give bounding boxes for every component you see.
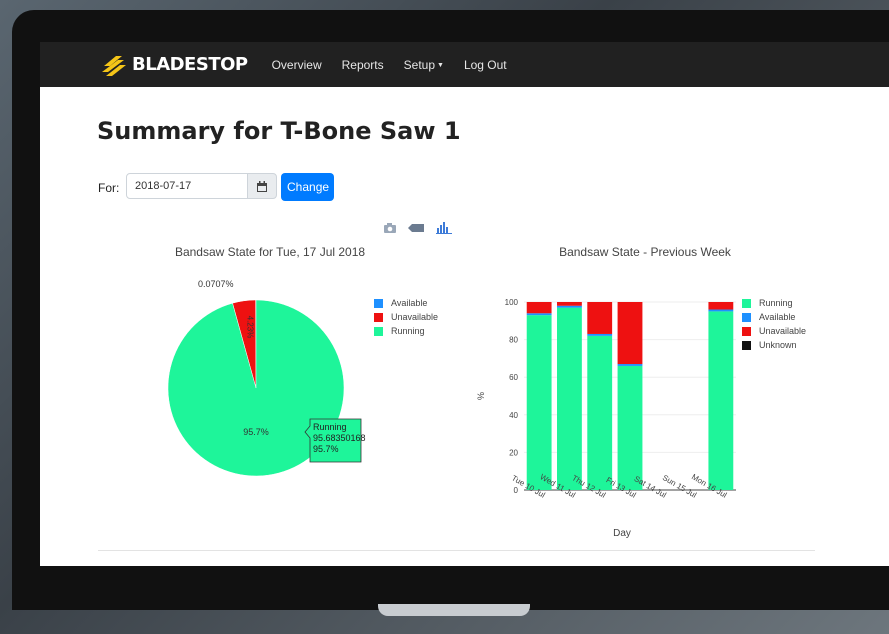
legend-swatch (742, 312, 751, 322)
brand[interactable]: BLADESTOP (100, 52, 248, 78)
y-tick-label: 60 (509, 373, 518, 382)
bar-segment-available (526, 313, 552, 316)
pie-chart-title: Bandsaw State for Tue, 17 Jul 2018 (174, 245, 366, 259)
bar-chart: 020406080100%Tue 10 JulWed 11 JulThu 12 … (476, 298, 736, 539)
legend-label: Unknown (759, 340, 797, 350)
nav-reports[interactable]: Reports (342, 58, 384, 72)
legend-label: Available (391, 298, 428, 308)
y-tick-label: 40 (509, 411, 518, 420)
caret-down-icon: ▼ (437, 61, 444, 69)
bar-segment-unavailable (708, 302, 734, 310)
legend-item-unknown[interactable]: Unknown (742, 338, 806, 352)
bar-segment-unavailable (617, 302, 643, 365)
legend-label: Unavailable (759, 326, 807, 336)
y-tick-label: 100 (505, 298, 519, 307)
legend-swatch (374, 298, 383, 308)
bar-segment-available (708, 309, 734, 312)
legend-label: Available (759, 312, 796, 322)
y-tick-label: 0 (514, 486, 519, 495)
bar-segment-running (587, 335, 613, 490)
calendar-button[interactable] (247, 173, 277, 199)
bar-segment-available (557, 305, 582, 308)
legend-item-running[interactable]: Running (742, 296, 806, 310)
chart-modebar (384, 222, 452, 234)
nav-setup[interactable]: Setup ▼ (404, 58, 444, 72)
legend-item-unavailable[interactable]: Unavailable (374, 310, 438, 324)
legend-swatch (374, 312, 383, 322)
calendar-icon (257, 180, 267, 192)
legend-label: Running (759, 298, 793, 308)
browser-viewport: BLADESTOP Overview Reports Setup ▼ Log Ou… (40, 42, 889, 566)
page-title: Summary for T-Bone Saw 1 (97, 117, 461, 145)
change-button[interactable]: Change (281, 173, 334, 201)
tag-icon[interactable] (408, 224, 424, 232)
brand-name: BLADESTOP (132, 54, 248, 75)
legend-label: Unavailable (391, 312, 439, 322)
date-input[interactable] (126, 173, 248, 199)
nav-setup-label: Setup (403, 57, 435, 72)
legend-label: Running (391, 326, 425, 336)
camera-icon[interactable] (384, 223, 396, 233)
navbar: BLADESTOP Overview Reports Setup ▼ Log Ou… (40, 42, 889, 87)
bar-chart-title: Bandsaw State - Previous Week (559, 245, 731, 259)
for-label: For: (98, 181, 120, 195)
bar-segment-available (617, 364, 643, 366)
nav-overview[interactable]: Overview (272, 58, 322, 72)
bar-segment-unavailable (526, 302, 552, 314)
nav-logout[interactable]: Log Out (464, 58, 507, 72)
bar-legend: Running Available Unavailable Unknown (742, 296, 806, 352)
x-axis-title: Day (613, 528, 631, 539)
tooltip-text: 95.68350168 (313, 433, 366, 443)
divider (98, 550, 815, 551)
legend-item-available[interactable]: Available (742, 310, 806, 324)
bar-segment-running (617, 365, 643, 490)
pie-legend: Available Unavailable Running (374, 296, 438, 338)
legend-item-running[interactable]: Running (374, 324, 438, 338)
y-tick-label: 80 (509, 336, 518, 345)
bar-segment-available (587, 333, 613, 336)
pie-slice-label: 4.23% (246, 316, 255, 339)
tooltip-text: Running (313, 422, 347, 432)
tooltip-text: 95.7% (313, 444, 339, 454)
bar-segment-running (526, 315, 552, 490)
legend-swatch (742, 326, 751, 336)
bar-segment-unavailable (557, 302, 582, 306)
bar-segment-running (708, 311, 734, 490)
legend-swatch (374, 326, 383, 336)
legend-item-unavailable[interactable]: Unavailable (742, 324, 806, 338)
pie-slice-label: 95.7% (243, 427, 269, 437)
bar-segment-running (557, 307, 582, 490)
y-tick-label: 20 (509, 448, 518, 457)
legend-swatch (742, 340, 751, 350)
y-axis-title: % (476, 392, 486, 400)
legend-swatch (742, 298, 751, 308)
pie-slice-label: 0.0707% (198, 279, 234, 289)
laptop-notch (378, 604, 530, 616)
bar-chart-icon[interactable] (436, 222, 452, 234)
bar-segment-unavailable (587, 302, 613, 334)
legend-item-available[interactable]: Available (374, 296, 438, 310)
bladestop-logo-icon (102, 55, 126, 76)
